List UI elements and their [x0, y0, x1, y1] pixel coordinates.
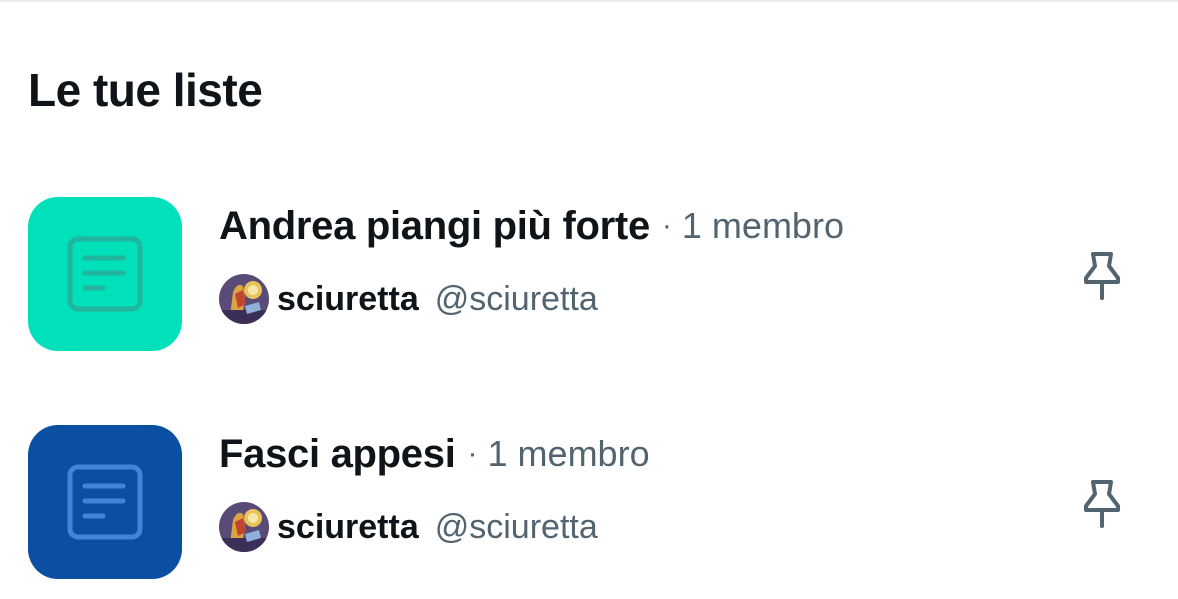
- pin-icon: [1084, 480, 1120, 528]
- list-title-row: Fasci appesi · 1 membro: [219, 426, 650, 482]
- member-count: 1 membro: [487, 433, 650, 474]
- list-owner: sciuretta @sciuretta: [219, 272, 598, 326]
- avatar: [219, 502, 269, 552]
- pin-icon: [1084, 252, 1120, 300]
- top-divider: [0, 0, 1178, 2]
- owner-name: sciuretta: [277, 279, 419, 318]
- owner-name: sciuretta: [277, 507, 419, 546]
- pin-button[interactable]: [1076, 246, 1128, 306]
- pin-button[interactable]: [1076, 474, 1128, 534]
- separator-dot: ·: [661, 209, 672, 242]
- list-item[interactable]: Fasci appesi · 1 membro sciuretta @sciur…: [0, 418, 1178, 579]
- separator-dot: ·: [467, 437, 478, 470]
- list-icon: [67, 236, 143, 312]
- member-count: 1 membro: [681, 205, 844, 246]
- list-name: Andrea piangi più forte: [219, 203, 650, 248]
- list-owner: sciuretta @sciuretta: [219, 500, 598, 554]
- lists-page: Le tue liste Andrea piangi più forte · 1…: [0, 0, 1178, 599]
- avatar: [219, 274, 269, 324]
- list-cover: [28, 197, 182, 351]
- list-title-row: Andrea piangi più forte · 1 membro: [219, 198, 844, 254]
- section-title: Le tue liste: [28, 64, 263, 116]
- list-item[interactable]: Andrea piangi più forte · 1 membro sciur…: [0, 190, 1178, 351]
- list-icon: [67, 464, 143, 540]
- owner-handle: @sciuretta: [434, 507, 598, 546]
- owner-handle: @sciuretta: [434, 279, 598, 318]
- list-name: Fasci appesi: [219, 431, 456, 476]
- list-cover: [28, 425, 182, 579]
